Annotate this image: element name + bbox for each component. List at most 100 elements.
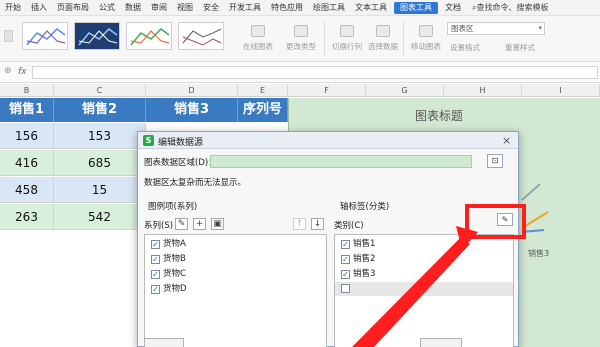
hidden-cells-button[interactable] [144,338,184,347]
delete-series-button[interactable]: ▣ [211,218,224,230]
format-selection-button[interactable]: 设置格式 [450,42,480,53]
chart-style-thumb-3[interactable] [126,22,172,50]
column-header-g[interactable]: G [366,84,444,97]
arrow-up-icon: ↑ [295,219,304,229]
column-header-b[interactable]: B [0,84,54,97]
fx-icon[interactable]: fx [18,67,27,77]
table-cell[interactable]: 263 [0,204,54,230]
reset-style-button[interactable]: 重置样式 [505,42,535,53]
chart-element-select[interactable]: 图表区 ▾ [447,22,545,35]
checkbox-checked-icon[interactable]: ✓ [151,240,160,249]
move-down-button[interactable]: ↓ [311,218,324,230]
command-search[interactable]: ⌕查找命令、搜索模板 [472,2,548,13]
move-up-button[interactable]: ↑ [293,218,306,230]
annotation-arrow-icon [352,226,478,347]
table-header-cell[interactable]: 销售3 [146,98,238,122]
ribbon-divider [403,22,404,56]
change-type-label: 更改类型 [286,42,316,51]
change-type-button[interactable]: 更改类型 [281,22,321,58]
menu-item-developer[interactable]: 开发工具 [224,0,266,16]
arrow-shaft [352,238,470,347]
series-name: 货物B [163,254,186,264]
checkbox-checked-icon[interactable]: ✓ [151,270,160,279]
menu-item-data[interactable]: 数据 [120,0,146,16]
arrow-down-icon: ↓ [313,219,322,229]
table-cell[interactable]: 156 [0,123,54,149]
column-header-h[interactable]: H [444,84,522,97]
edit-pencil-icon: ✎ [177,219,186,229]
table-cell[interactable]: 15 [54,177,146,203]
menu-item-view[interactable]: 视图 [172,0,198,16]
chart-range-input[interactable] [210,155,472,168]
table-cell[interactable]: 458 [0,177,54,203]
column-header-c[interactable]: C [54,84,146,97]
chart-legend-label: 销售3 [528,249,550,258]
formula-input[interactable] [32,66,598,79]
menu-item-security[interactable]: 安全 [198,0,224,16]
list-item[interactable]: ✓ 货物B [151,252,186,266]
info-message: 数据区太复杂而无法显示。 [144,178,247,188]
series-label: 系列(S) [144,221,174,231]
menu-item-text-tools[interactable]: 文本工具 [350,0,392,16]
chart-style-thumb-2[interactable] [74,22,120,50]
series-name: 货物A [163,239,186,249]
column-header-d[interactable]: D [146,84,238,97]
chart-style-thumb-1[interactable] [22,22,68,50]
ribbon-divider [324,22,325,56]
range-select-button[interactable]: ⊡ [487,154,503,168]
checkbox-checked-icon[interactable]: ✓ [151,255,160,264]
table-cell[interactable]: 542 [54,204,146,230]
chart-style-thumb-4[interactable] [178,22,224,50]
menu-item-home[interactable]: 开始 [0,0,26,16]
table-header-cell[interactable]: 销售2 [54,98,146,122]
table-cell[interactable]: 153 [54,123,146,149]
series-line[interactable] [521,183,541,201]
menu-item-drawing-tools[interactable]: 绘图工具 [308,0,350,16]
menu-bar: 开始 插入 页面布局 公式 数据 审阅 视图 安全 开发工具 特色应用 绘图工具… [0,0,600,16]
list-item[interactable]: ✓ 货物A [151,237,186,251]
menu-item-insert[interactable]: 插入 [26,0,52,16]
chevron-down-icon: ▾ [538,24,542,32]
add-series-button[interactable]: + [193,218,206,230]
series-listbox[interactable]: ✓ 货物A ✓ 货物B ✓ 货物C ✓ 货物D [144,234,327,347]
select-data-label: 选择数据 [368,42,398,51]
table-header-cell[interactable]: 序列号 [238,98,288,122]
app-logo-icon: S [143,135,154,146]
column-header-i[interactable]: I [522,84,600,97]
menu-item-special[interactable]: 特色应用 [266,0,308,16]
ribbon-scroll-left-icon[interactable] [4,30,13,42]
checkbox-checked-icon[interactable]: ✓ [151,285,160,294]
ribbon-more-icon[interactable] [228,30,236,42]
edit-series-button[interactable]: ✎ [175,218,188,230]
switch-row-col-button[interactable]: 切换行列 [327,22,367,58]
ribbon: 在线图表 更改类型 切换行列 选择数据 移动图表 图表区 ▾ 设置格式 重置样式 [0,16,600,62]
spreadsheet-app: 开始 插入 页面布局 公式 数据 审阅 视图 安全 开发工具 特色应用 绘图工具… [0,0,600,347]
move-chart-icon [419,25,433,37]
close-icon[interactable]: × [502,134,511,147]
table-cell[interactable]: 685 [54,150,146,176]
legend-group-title: 图例项(系列) [148,202,198,212]
chart-series-lines[interactable] [518,170,600,280]
move-chart-button[interactable]: 移动图表 [406,22,446,58]
menu-item-review[interactable]: 审阅 [146,0,172,16]
table-cell[interactable]: 416 [0,150,54,176]
list-item[interactable]: ✓ 货物C [151,267,186,281]
chart-element-select-value: 图表区 [451,24,474,33]
table-header-cell[interactable]: 销售1 [0,98,54,122]
zoom-icon[interactable]: ⊕ [4,66,12,76]
menu-item-document[interactable]: 文档 [440,0,466,16]
menu-item-page-layout[interactable]: 页面布局 [52,0,94,16]
online-chart-button[interactable]: 在线图表 [238,22,278,58]
select-data-icon [376,25,390,37]
menu-item-formulas[interactable]: 公式 [94,0,120,16]
series-name: 货物C [163,269,186,279]
switch-row-col-icon [340,25,354,37]
chart-title[interactable]: 图表标题 [415,107,463,124]
column-header-f[interactable]: F [288,84,366,97]
move-chart-label: 移动图表 [411,42,441,51]
column-header-e[interactable]: E [238,84,288,97]
select-data-button[interactable]: 选择数据 [363,22,403,58]
menu-item-chart-tools[interactable]: 图表工具 [394,1,438,14]
list-item[interactable]: ✓ 货物D [151,282,187,296]
dialog-title: 编辑数据源 [158,138,204,148]
